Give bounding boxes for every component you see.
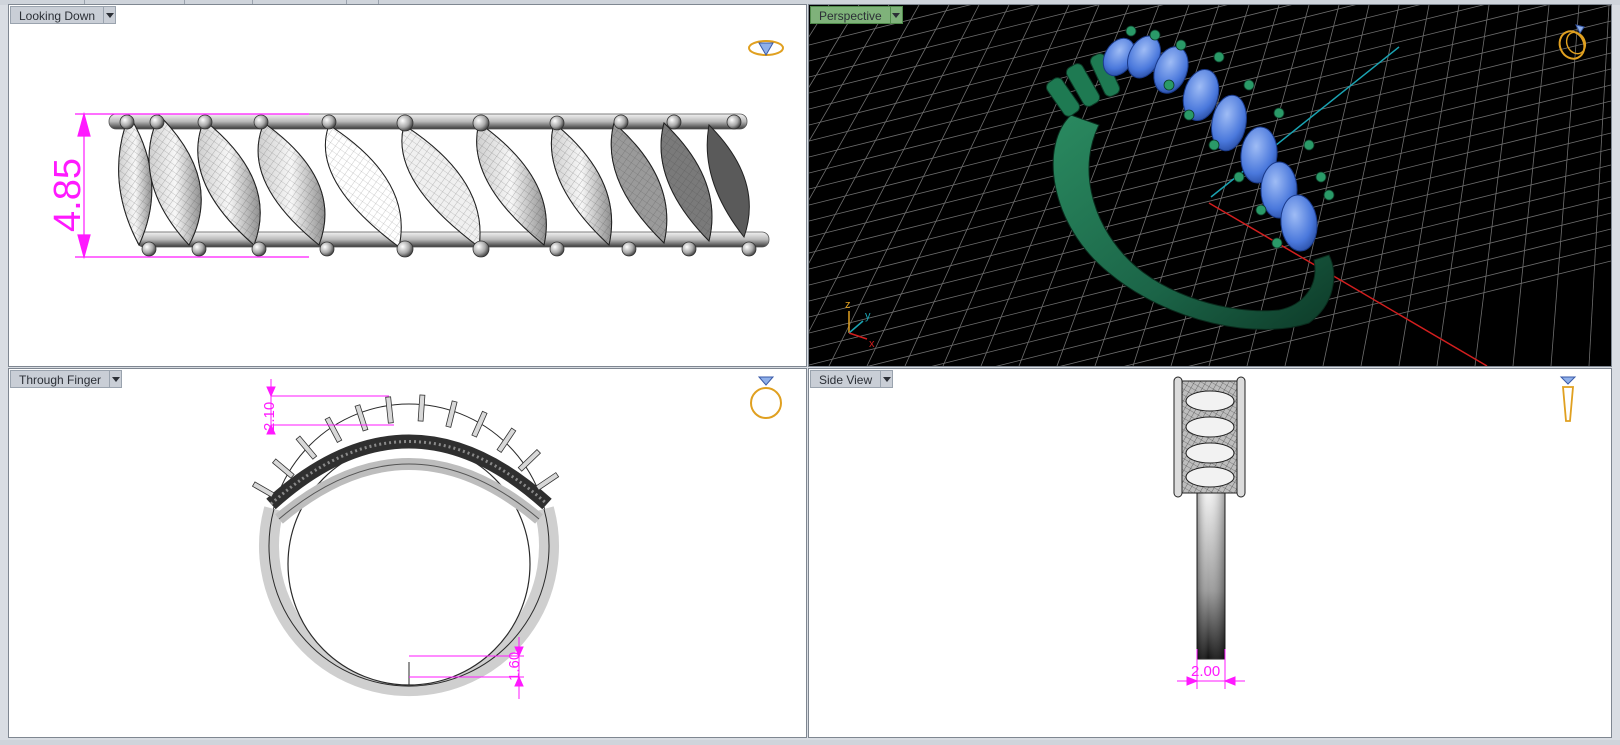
ring-perspective-icon[interactable] <box>1554 19 1594 63</box>
viewport-side-view[interactable]: Side View 2.00 <box>808 368 1612 738</box>
ring-front-view-icon[interactable] <box>746 373 786 423</box>
chevron-down-icon[interactable] <box>109 370 123 388</box>
viewport-label[interactable]: Side View <box>810 370 881 388</box>
dimension-label-4-85: 4.85 <box>47 158 89 232</box>
viewport-title-side-view[interactable]: Side View <box>810 370 894 388</box>
side-view-drawing: 2.00 <box>1173 376 1246 689</box>
ring-top-view-icon[interactable] <box>746 35 786 61</box>
perspective-drawing: z y x <box>809 5 1611 366</box>
viewport-title-looking-down[interactable]: Looking Down <box>10 6 117 24</box>
chevron-down-icon[interactable] <box>880 370 894 388</box>
chevron-down-icon[interactable] <box>889 6 903 24</box>
viewport-perspective[interactable]: Perspective z y x <box>808 4 1612 367</box>
through-finger-drawing: 2.10 1.60 <box>251 379 560 699</box>
axis-label-z: z <box>845 299 851 311</box>
viewport-label[interactable]: Through Finger <box>10 370 110 388</box>
axis-label-y: y <box>865 310 871 322</box>
dimension-label-2-10: 2.10 <box>261 402 278 431</box>
looking-down-drawing: 4.85 <box>47 111 770 260</box>
axis-label-x: x <box>869 338 875 350</box>
viewport-label[interactable]: Looking Down <box>10 6 104 24</box>
viewport-title-perspective[interactable]: Perspective <box>810 6 903 24</box>
viewport-through-finger[interactable]: Through Finger 2.10 1.60 <box>8 368 807 738</box>
dimension-label-1-60: 1.60 <box>506 652 523 681</box>
viewport-title-through-finger[interactable]: Through Finger <box>10 370 123 388</box>
viewport-label[interactable]: Perspective <box>810 6 890 24</box>
ring-side-view-icon[interactable] <box>1553 373 1583 427</box>
dimension-label-2-00: 2.00 <box>1191 663 1220 680</box>
viewport-looking-down[interactable]: Looking Down 4.85 <box>8 4 807 367</box>
chevron-down-icon[interactable] <box>103 6 117 24</box>
status-strip <box>0 740 1620 745</box>
